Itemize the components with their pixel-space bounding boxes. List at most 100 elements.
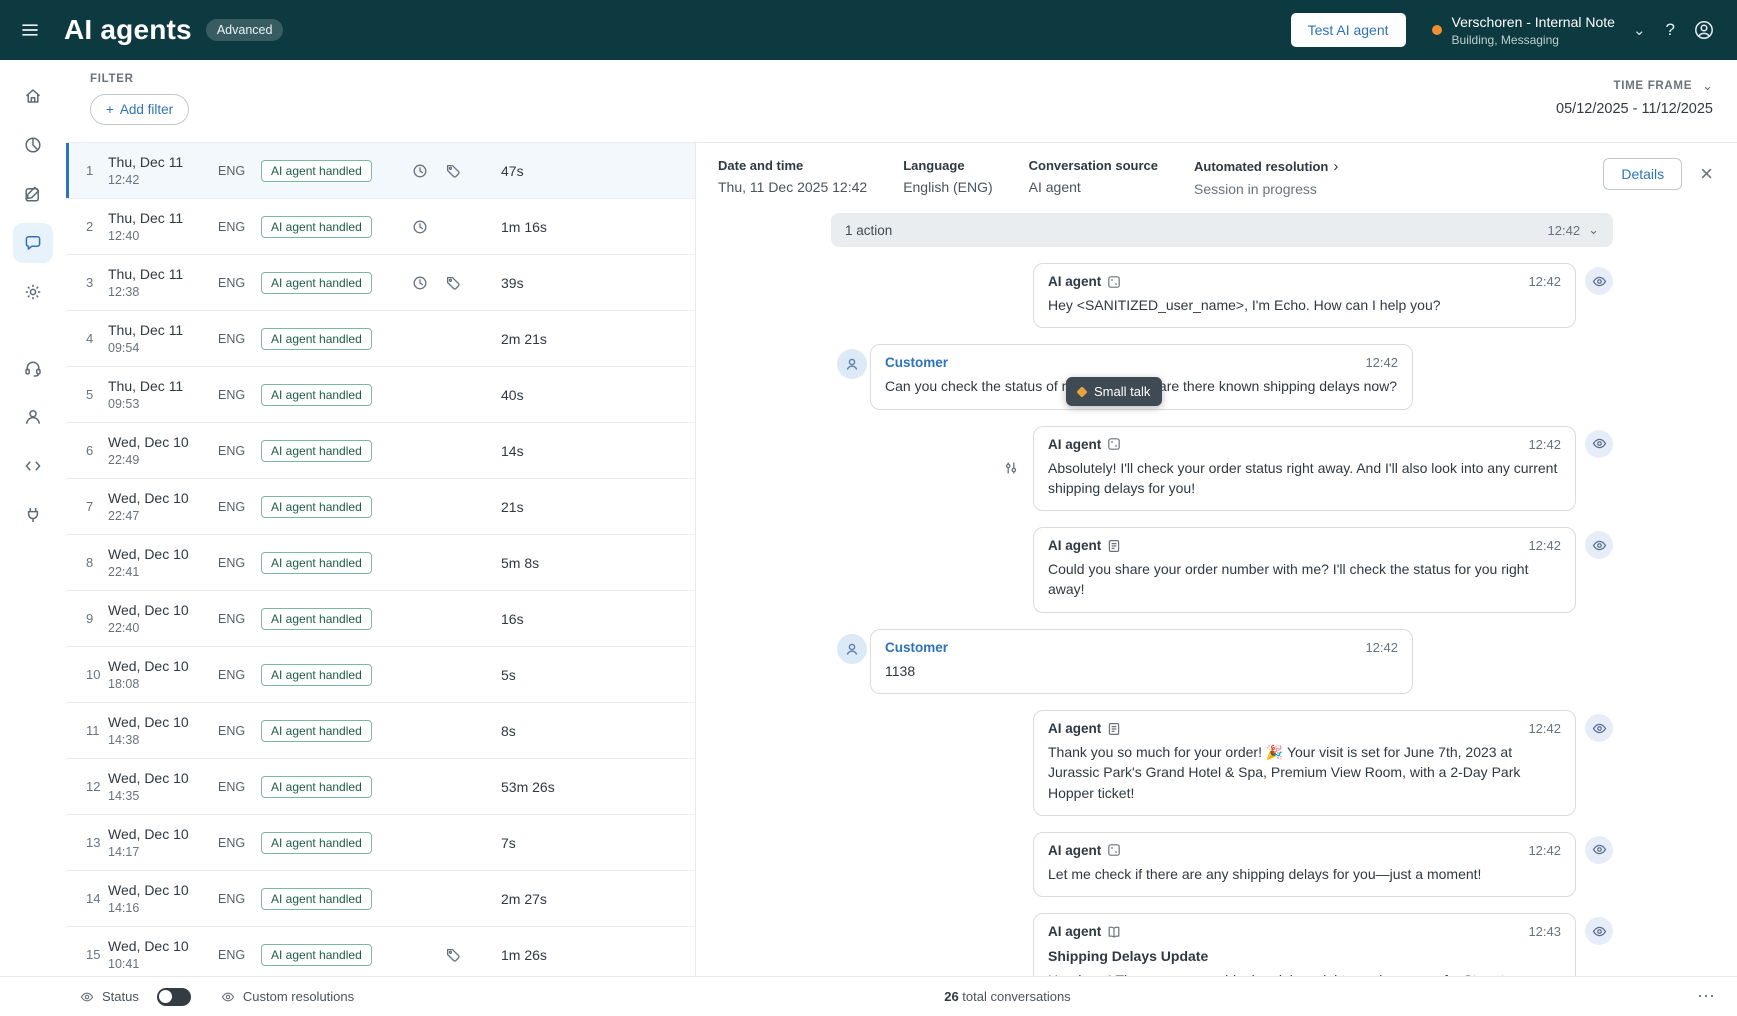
- conversation-row[interactable]: 5 Thu, Dec 11 09:53 ENG AI agent handled: [66, 367, 695, 423]
- pie-chart-icon: [25, 137, 41, 153]
- clock-icon: [412, 163, 428, 179]
- main-content: FILTER + Add filter TIME FRAME ⌄ 05/12/2…: [66, 60, 1737, 976]
- message-header: AI agent: [1048, 274, 1561, 289]
- status-badge: AI agent handled: [261, 943, 372, 966]
- conversation-row[interactable]: 12 Wed, Dec 10 14:35 ENG AI agent handle…: [66, 759, 695, 815]
- row-date-time: 12:38: [108, 285, 140, 299]
- test-ai-agent-button[interactable]: Test AI agent: [1290, 13, 1406, 47]
- meta-field: Language › English (ENG): [903, 158, 992, 197]
- conversation-row[interactable]: 8 Wed, Dec 10 22:41 ENG AI agent handled: [66, 535, 695, 591]
- visibility-eye-button[interactable]: [1585, 835, 1613, 864]
- tag-icon: [445, 163, 461, 179]
- message-author: AI agent: [1048, 721, 1102, 737]
- topbar: AI agents Advanced Test AI agent Verscho…: [0, 0, 1737, 60]
- message-time: 12:42: [1365, 639, 1398, 655]
- row-duration: 5m 8s: [501, 554, 540, 571]
- row-number: 1: [86, 163, 94, 178]
- visibility-eye-button[interactable]: [1585, 917, 1613, 946]
- visibility-eye-button[interactable]: [1585, 531, 1613, 560]
- message: AI agent: [831, 425, 1613, 512]
- message-header: AI agent: [1048, 924, 1561, 939]
- toggle-knob: [159, 990, 173, 1003]
- row-date-day: Wed, Dec 10: [108, 658, 189, 674]
- row-date-time: 22:40: [108, 621, 140, 635]
- row-language: ENG: [218, 499, 246, 514]
- sidebar-item-home[interactable]: [13, 76, 53, 116]
- status-label: Status: [102, 989, 139, 1004]
- meta-label-text: Date and time: [718, 158, 804, 173]
- conversation-row[interactable]: 7 Wed, Dec 10 22:47 ENG AI agent handled: [66, 479, 695, 535]
- row-date-day: Wed, Dec 10: [108, 826, 189, 842]
- account-switcher[interactable]: Verschoren - Internal Note Building, Mes…: [1431, 14, 1646, 47]
- row-language: ENG: [218, 163, 246, 178]
- status-badge: AI agent handled: [261, 551, 372, 574]
- row-date: Wed, Dec 10 22:49: [108, 434, 218, 467]
- row-number: 7: [86, 499, 94, 514]
- conversation-row[interactable]: 1 Thu, Dec 11 12:42 ENG AI agent handled: [66, 143, 695, 199]
- conversation-row[interactable]: 6 Wed, Dec 10 22:49 ENG AI agent handled: [66, 423, 695, 479]
- conversation-row[interactable]: 10 Wed, Dec 10 18:08 ENG AI agent handle…: [66, 647, 695, 703]
- sidebar-item-support[interactable]: [13, 348, 53, 388]
- row-icons: [386, 835, 481, 851]
- custom-resolutions-visibility-button[interactable]: [221, 990, 235, 1004]
- sidebar-item-developer[interactable]: [13, 446, 53, 486]
- visibility-eye-button[interactable]: [1585, 714, 1613, 743]
- row-date-time: 14:35: [108, 789, 140, 803]
- message-text: Hey <SANITIZED_user_name>, I'm Echo. How…: [1048, 297, 1441, 313]
- close-button[interactable]: ×: [1700, 163, 1713, 185]
- row-status-cell: AI agent handled: [261, 887, 386, 910]
- row-icons: [386, 331, 481, 347]
- conversation-row[interactable]: 11 Wed, Dec 10 14:38 ENG AI agent handle…: [66, 703, 695, 759]
- headset-icon: [25, 361, 41, 377]
- status-badge: AI agent handled: [261, 383, 372, 406]
- actions-accordion[interactable]: 1 action 12:42 ⌄: [831, 213, 1613, 247]
- sidebar-item-conversations[interactable]: [13, 223, 53, 263]
- conversation-row[interactable]: 14 Wed, Dec 10 14:16 ENG AI agent handle…: [66, 871, 695, 927]
- message-text: Absolutely! I'll check your order status…: [1048, 459, 1558, 496]
- meta-label-text: Conversation source: [1028, 158, 1158, 173]
- status-visibility-button[interactable]: [80, 990, 94, 1004]
- conversation-detail: Date and time › Thu, 11 Dec 2025 12:42 L…: [696, 143, 1737, 976]
- row-number: 5: [86, 387, 94, 402]
- chevron-down-icon[interactable]: ⌄: [1588, 222, 1599, 238]
- conversation-row[interactable]: 15 Wed, Dec 10 10:41 ENG AI agent handle…: [66, 927, 695, 976]
- row-status-cell: AI agent handled: [261, 495, 386, 518]
- row-status-cell: AI agent handled: [261, 831, 386, 854]
- sidebar-item-settings[interactable]: [13, 272, 53, 312]
- conversation-row[interactable]: 4 Thu, Dec 11 09:54 ENG AI agent handled: [66, 311, 695, 367]
- more-options-button[interactable]: ⋯: [1697, 986, 1717, 1007]
- sidebar-item-customers[interactable]: [13, 397, 53, 437]
- message-header: AI agent: [1048, 437, 1561, 452]
- visibility-eye-button[interactable]: [1585, 267, 1613, 295]
- row-language: ENG: [218, 555, 246, 570]
- arrow-right-icon[interactable]: ›: [1333, 158, 1338, 175]
- status-toggle[interactable]: [156, 987, 191, 1006]
- time-frame-control[interactable]: TIME FRAME ⌄ 05/12/2025 - 11/12/2025: [1556, 73, 1713, 142]
- time-frame-label: TIME FRAME: [1613, 80, 1693, 92]
- user-avatar-icon: [1695, 21, 1713, 39]
- row-date: Wed, Dec 10 18:08: [108, 658, 218, 691]
- help-button[interactable]: ?: [1666, 20, 1675, 40]
- conversation-row[interactable]: 2 Thu, Dec 11 12:40 ENG AI agent handled: [66, 199, 695, 255]
- chevron-down-icon[interactable]: ⌄: [1702, 78, 1713, 94]
- sidebar-item-integrations[interactable]: [13, 495, 53, 535]
- user-avatar-button[interactable]: [1693, 19, 1715, 41]
- hamburger-menu-button[interactable]: [20, 20, 40, 40]
- message-author: AI agent: [1048, 274, 1102, 289]
- sidebar-item-analytics[interactable]: [13, 125, 53, 165]
- sidebar-item-content[interactable]: [13, 174, 53, 214]
- row-date-day: Wed, Dec 10: [108, 490, 189, 506]
- chevron-down-icon[interactable]: ⌄: [1633, 21, 1646, 39]
- intent-tooltip-label: Small talk: [1094, 384, 1151, 400]
- conversation-row[interactable]: 13 Wed, Dec 10 14:17 ENG AI agent handle…: [66, 815, 695, 871]
- row-duration: 40s: [501, 386, 524, 403]
- details-button[interactable]: Details: [1603, 158, 1683, 190]
- row-date: Thu, Dec 11 12:40: [108, 210, 218, 243]
- page-title: AI agents: [64, 14, 192, 45]
- meta-field: Date and time › Thu, 11 Dec 2025 12:42: [718, 158, 867, 197]
- conversation-row[interactable]: 3 Thu, Dec 11 12:38 ENG AI agent handled: [66, 255, 695, 311]
- conversation-row[interactable]: 9 Wed, Dec 10 22:40 ENG AI agent handled: [66, 591, 695, 647]
- visibility-eye-button[interactable]: [1585, 429, 1613, 458]
- row-number: 10: [86, 667, 101, 682]
- add-filter-button[interactable]: + Add filter: [90, 94, 190, 125]
